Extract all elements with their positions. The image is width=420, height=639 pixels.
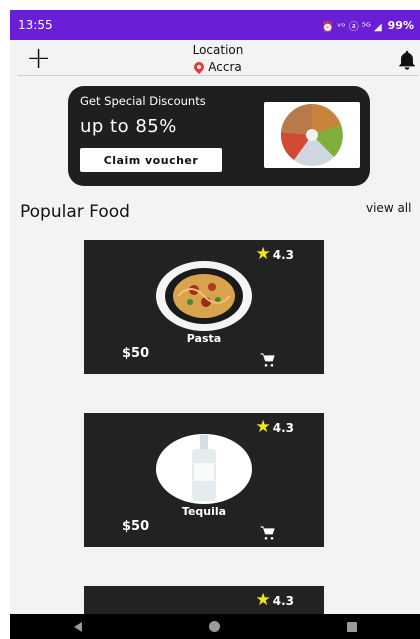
- bell-icon[interactable]: [396, 48, 418, 72]
- recent-apps-icon[interactable]: [346, 621, 357, 632]
- star-icon: ★: [255, 244, 271, 264]
- add-button[interactable]: +: [26, 44, 51, 74]
- status-icons: ⏰ ᵛᵒ ⓐ ⁵ᴳ ◢ 99%: [322, 18, 414, 33]
- promo-banner: Get Special Discounts up to 85% Claim vo…: [68, 86, 370, 186]
- star-icon: ★: [255, 417, 271, 437]
- status-bar: 13:55 ⏰ ᵛᵒ ⓐ ⁵ᴳ ◢ 99%: [10, 10, 420, 40]
- food-name: Tequila: [181, 505, 227, 518]
- location-display: Location Accra: [18, 43, 418, 76]
- tequila-image: [156, 434, 252, 504]
- promo-headline: up to 85%: [80, 116, 177, 137]
- status-time: 13:55: [18, 18, 53, 32]
- food-card[interactable]: ★ 4.3: [84, 586, 324, 614]
- location-label: Location: [192, 43, 244, 57]
- top-bar: + Location Accra: [18, 42, 418, 76]
- location-pin-icon: [192, 59, 207, 75]
- rating: ★ 4.3: [255, 246, 294, 263]
- location-city-row[interactable]: Accra: [192, 59, 242, 75]
- star-icon: ★: [255, 590, 271, 610]
- back-icon[interactable]: [73, 621, 82, 632]
- status-indicators: ⏰ ᵛᵒ ⓐ ⁵ᴳ ◢: [321, 21, 382, 33]
- battery-level: 99%: [387, 18, 414, 32]
- system-nav-bar: [10, 614, 420, 639]
- location-city: Accra: [208, 60, 242, 74]
- rating-value: 4.3: [272, 593, 294, 608]
- food-name: Pasta: [186, 332, 222, 345]
- app-screen: + Location Accra Get Special Discounts u…: [10, 40, 420, 614]
- food-card[interactable]: ★ 4.3 Tequila $50: [84, 413, 324, 547]
- food-card[interactable]: ★ 4.3 Pasta $50: [84, 240, 324, 374]
- rating-value: 4.3: [272, 247, 294, 262]
- promo-subtitle: Get Special Discounts: [80, 94, 206, 108]
- cart-icon[interactable]: [260, 352, 276, 368]
- section-title: Popular Food: [20, 202, 130, 222]
- cart-icon[interactable]: [260, 525, 276, 541]
- food-price: $50: [122, 346, 150, 361]
- rating: ★ 4.3: [255, 592, 294, 609]
- pasta-image: [156, 261, 252, 331]
- rating: ★ 4.3: [255, 419, 294, 436]
- food-platter-image: [264, 102, 360, 168]
- view-all-link[interactable]: view all: [366, 201, 411, 215]
- claim-voucher-button[interactable]: Claim voucher: [80, 148, 222, 172]
- food-price: $50: [122, 519, 150, 534]
- rating-value: 4.3: [272, 420, 294, 435]
- home-icon[interactable]: [208, 621, 220, 632]
